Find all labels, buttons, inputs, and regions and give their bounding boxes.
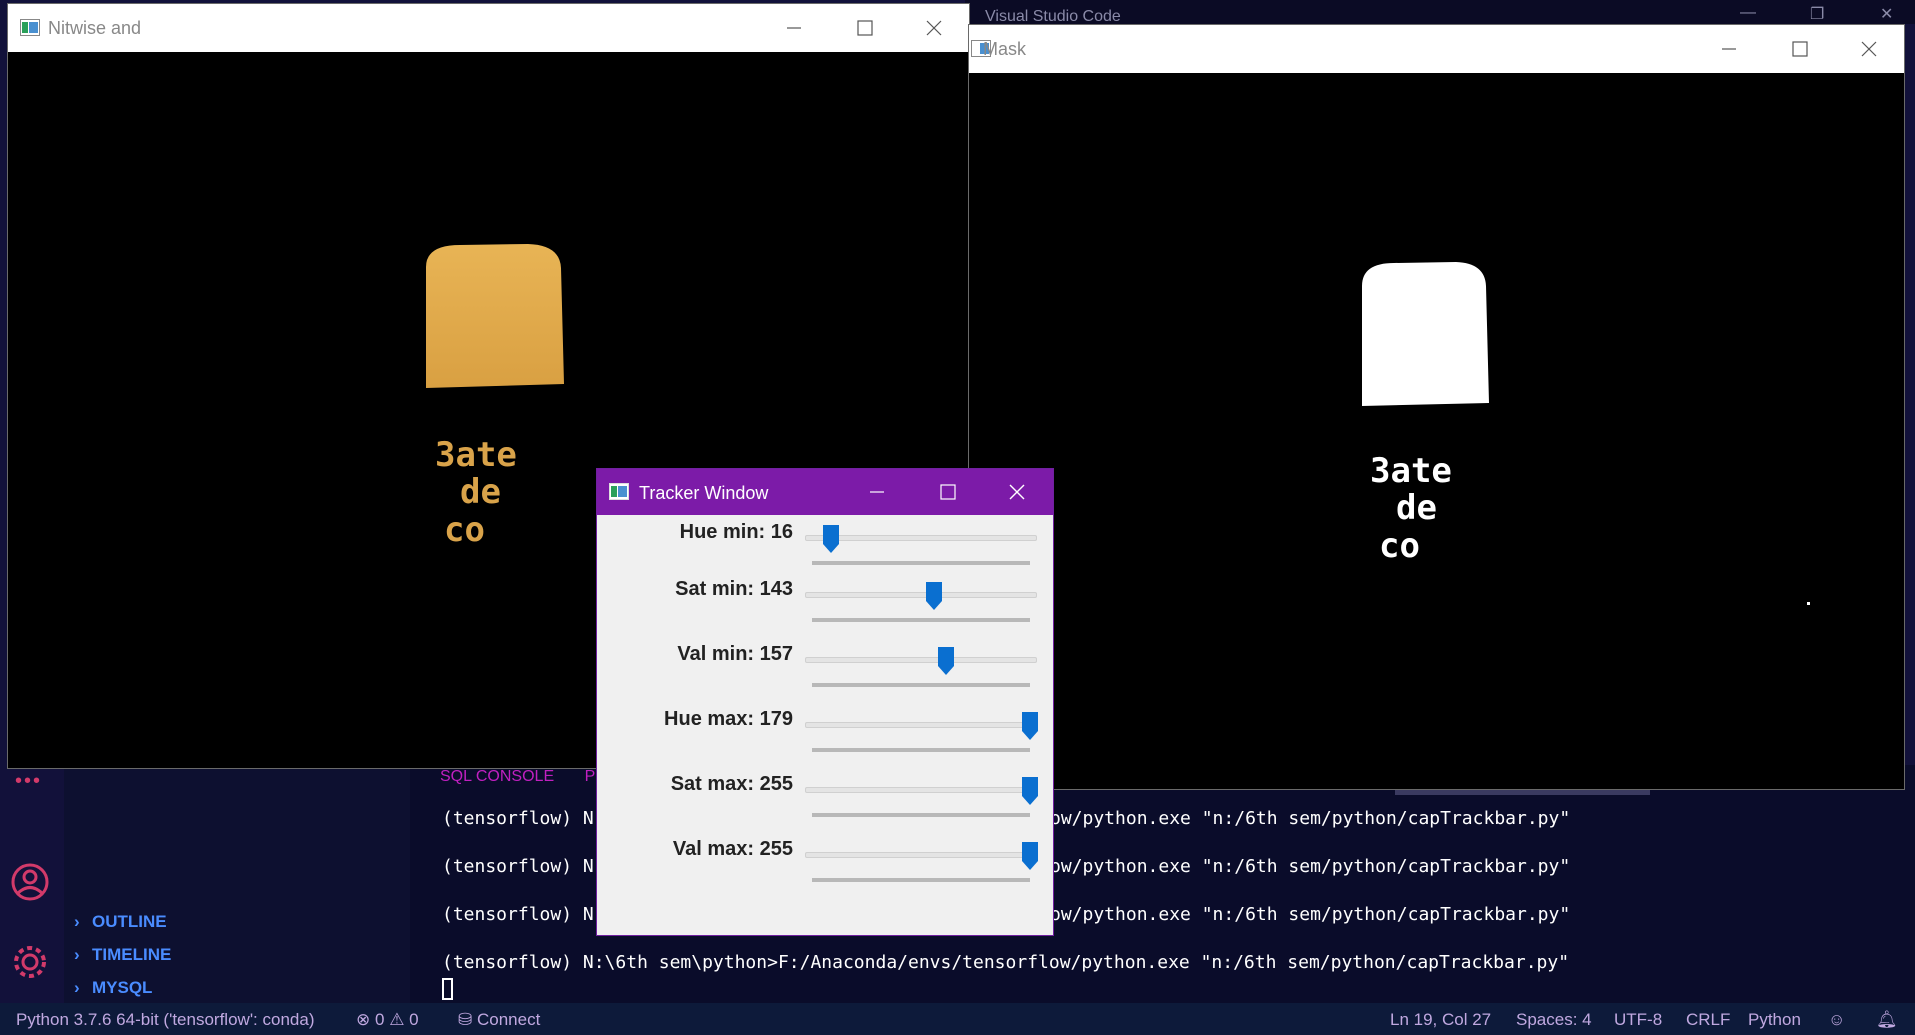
trackbar-track[interactable] [805,852,1037,858]
eol-status[interactable]: CRLF [1686,1010,1730,1030]
minimize-button[interactable] [1709,33,1749,65]
panel-scrollbar[interactable] [1395,790,1650,795]
trackbar-label: Sat max: 255 [670,773,793,795]
trackbar-base [812,878,1030,882]
trackbar-hue-min: Hue min: 16 [597,521,1055,586]
maximize-button[interactable] [1779,33,1819,65]
trackbar-thumb[interactable] [1021,711,1039,741]
mask-title: Mask [983,39,1027,59]
more-actions-icon[interactable]: ••• [15,770,42,793]
sidebar-section-mysql[interactable]: › MYSQL [64,971,410,1004]
terminal-cursor [442,978,453,1000]
chevron-right-icon: › [74,978,80,997]
window-app-icon [609,483,629,500]
trackbar-base [812,561,1030,565]
terminal-line: (tensorflow) Now/python.exe "n:/6th sem/… [442,856,1571,877]
trackbar-base [812,813,1030,817]
chevron-right-icon: › [74,945,80,964]
trackbar-sat-min: Sat min: 143 [597,578,1055,643]
trackbar-val-max: Val max: 255 [597,838,1055,903]
mask-titlebar[interactable]: Mask [969,25,1904,73]
chevron-right-icon: › [74,912,80,931]
trackbar-hue-max: Hue max: 179 [597,708,1055,773]
bitwise-and-title: Nitwise and [48,18,142,38]
mask-window: Mask 3ate de co [968,24,1905,790]
accounts-icon[interactable] [10,862,50,902]
trackbar-label: Hue max: 179 [664,708,793,730]
status-bar: Python 3.7.6 64-bit ('tensorflow': conda… [0,1003,1915,1035]
maximize-button[interactable] [844,12,884,44]
feedback-icon[interactable]: ☺ [1828,1010,1845,1030]
trackbar-thumb[interactable] [1021,841,1039,871]
svg-text:co: co [444,510,485,550]
maximize-button[interactable] [927,477,967,507]
svg-text:de: de [1396,488,1437,528]
notifications-bell-icon[interactable]: 🔔︎ [1876,1010,1898,1030]
terminal-command-line[interactable]: (tensorflow) N:\6th sem\python>F:/Anacon… [442,952,1569,973]
tracker-window: Tracker Window Hue min: 16 Sat min: 143 … [596,468,1054,936]
minimize-button[interactable] [857,477,897,507]
trackbar-label: Val max: 255 [672,838,793,860]
mask-noise-pixel [1807,602,1810,605]
svg-text:3ate: 3ate [1370,451,1452,491]
language-mode-status[interactable]: Python [1748,1010,1801,1030]
terminal-line: (tensorflow) Now/python.exe "n:/6th sem/… [442,904,1571,925]
trackbar-thumb[interactable] [822,524,840,554]
window-app-icon [20,19,40,36]
tracker-titlebar[interactable]: Tracker Window [597,469,1053,515]
terminal-line: (tensorflow) Now/python.exe "n:/6th sem/… [442,808,1571,829]
masked-object [426,244,564,388]
trackbar-thumb[interactable] [925,581,943,611]
tab-sql-console[interactable]: SQL CONSOLE [440,768,554,785]
sidebar-section-timeline[interactable]: › TIMELINE [64,938,410,971]
trackbar-base [812,618,1030,622]
cursor-position-status[interactable]: Ln 19, Col 27 [1390,1010,1491,1030]
trackbar-val-min: Val min: 157 [597,643,1055,708]
sidebar-sections: › OUTLINE › TIMELINE › MYSQL [64,905,410,1004]
vscode-minimize-button[interactable]: — [1740,4,1756,22]
svg-text:co: co [1379,526,1420,566]
encoding-status[interactable]: UTF-8 [1614,1010,1662,1030]
vscode-titlebar: Visual Studio Code — ❐ ✕ [965,0,1915,25]
trackbar-thumb[interactable] [1021,776,1039,806]
warning-icon: ⚠ [389,1010,405,1029]
connect-status[interactable]: ⛁ Connect [458,1010,540,1030]
tracker-title: Tracker Window [639,483,769,503]
error-icon: ⊗ [356,1010,371,1029]
trackbar-track[interactable] [805,657,1037,663]
trackbar-track[interactable] [805,787,1037,793]
close-button[interactable] [914,12,954,44]
trackbar-track[interactable] [805,592,1037,598]
trackbar-label: Val min: 157 [677,643,793,665]
database-icon: ⛁ [458,1010,473,1029]
bitwise-and-titlebar[interactable]: Nitwise and [8,4,969,52]
trackbar-thumb[interactable] [937,646,955,676]
python-interpreter-status[interactable]: Python 3.7.6 64-bit ('tensorflow': conda… [16,1010,315,1030]
indentation-status[interactable]: Spaces: 4 [1516,1010,1592,1030]
trackbar-base [812,748,1030,752]
problems-status[interactable]: ⊗ 0 ⚠ 0 [356,1010,419,1030]
svg-text:de: de [460,472,501,512]
minimize-button[interactable] [774,12,814,44]
settings-gear-icon[interactable] [10,942,50,982]
trackbar-label: Sat min: 143 [675,578,793,600]
binary-mask-image: 3ate de co [1362,262,1810,605]
trackbar-track[interactable] [805,722,1037,728]
trackbar-base [812,683,1030,687]
mask-object [1362,262,1489,406]
svg-text:3ate: 3ate [435,435,517,475]
close-button[interactable] [997,477,1037,507]
mask-label-text: 3ate de co [1370,451,1452,566]
mask-image: 3ate de co [969,73,1904,789]
trackbar-sat-max: Sat max: 255 [597,773,1055,838]
vscode-restore-button[interactable]: ❐ [1810,4,1824,24]
trackbar-label: Hue min: 16 [679,521,793,543]
close-button[interactable] [1849,33,1889,65]
masked-label-text: 3ate de co [435,435,517,550]
vscode-close-button[interactable]: ✕ [1880,4,1893,24]
sidebar-section-outline[interactable]: › OUTLINE [64,905,410,938]
